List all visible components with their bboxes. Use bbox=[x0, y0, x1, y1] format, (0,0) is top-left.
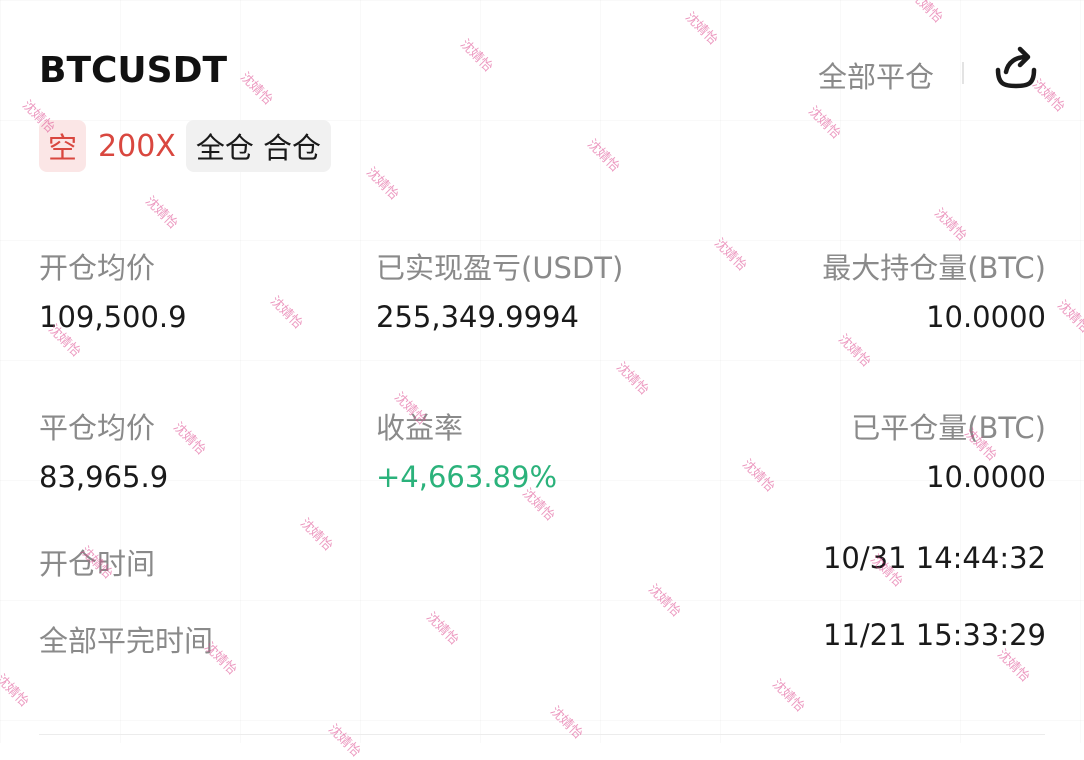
closed-qty-value: 10.0000 bbox=[926, 460, 1046, 494]
watermark: 沈婧怡 bbox=[804, 103, 844, 143]
watermark: 沈婧怡 bbox=[768, 676, 808, 716]
full-close-time-value: 11/21 15:33:29 bbox=[822, 618, 1046, 652]
watermark: 沈婧怡 bbox=[546, 703, 586, 743]
open-time-label: 开仓时间 bbox=[39, 547, 156, 581]
bottom-divider bbox=[39, 734, 1045, 735]
close-avg-price-label: 平仓均价 bbox=[39, 411, 156, 445]
watermark: 沈婧怡 bbox=[644, 581, 684, 621]
watermark: 沈婧怡 bbox=[324, 721, 364, 760]
direction-badge: 空 bbox=[39, 120, 87, 172]
watermark: 沈婧怡 bbox=[681, 9, 721, 49]
watermark: 沈婧怡 bbox=[1053, 297, 1084, 337]
watermark: 沈婧怡 bbox=[422, 609, 462, 649]
leverage-badge: 200X bbox=[98, 128, 176, 164]
share-icon[interactable] bbox=[992, 44, 1040, 92]
close-avg-price-value: 83,965.9 bbox=[39, 460, 169, 494]
open-time-value: 10/31 14:44:32 bbox=[822, 541, 1046, 575]
header-divider bbox=[962, 62, 964, 84]
return-rate-value: +4,663.89% bbox=[376, 460, 557, 494]
margin-mode-badge: 全仓 合仓 bbox=[185, 120, 332, 172]
watermark: 沈婧怡 bbox=[0, 671, 32, 711]
watermark: 沈婧怡 bbox=[906, 0, 946, 27]
share-icon-graphic bbox=[995, 46, 1037, 89]
realized-pnl-value: 255,349.9994 bbox=[376, 300, 579, 334]
watermark: 沈婧怡 bbox=[141, 193, 181, 233]
watermark: 沈婧怡 bbox=[362, 164, 402, 204]
position-tags: 空 200X 全仓 合仓 bbox=[39, 120, 332, 172]
realized-pnl-label: 已实现盈亏(USDT) bbox=[376, 251, 624, 285]
max-position-value: 10.0000 bbox=[926, 300, 1046, 334]
open-avg-price-label: 开仓均价 bbox=[39, 251, 156, 285]
closed-qty-label: 已平仓量(BTC) bbox=[851, 411, 1046, 445]
max-position-label: 最大持仓量(BTC) bbox=[822, 251, 1046, 285]
watermark: 沈婧怡 bbox=[583, 136, 623, 176]
close-all-button[interactable]: 全部平仓 bbox=[818, 54, 934, 96]
full-close-time-label: 全部平完时间 bbox=[39, 624, 214, 658]
watermark: 沈婧怡 bbox=[710, 235, 750, 275]
watermark: 沈婧怡 bbox=[236, 69, 276, 109]
watermark: 沈婧怡 bbox=[738, 456, 778, 496]
symbol-title: BTCUSDT bbox=[39, 50, 228, 91]
watermark: 沈婧怡 bbox=[266, 293, 306, 333]
watermark: 沈婧怡 bbox=[834, 331, 874, 371]
open-avg-price-value: 109,500.9 bbox=[39, 300, 187, 334]
watermark: 沈婧怡 bbox=[456, 36, 496, 76]
watermark: 沈婧怡 bbox=[612, 359, 652, 399]
return-rate-label: 收益率 bbox=[376, 411, 464, 445]
watermark: 沈婧怡 bbox=[930, 205, 970, 245]
watermark: 沈婧怡 bbox=[169, 419, 209, 459]
watermark: 沈婧怡 bbox=[296, 515, 336, 555]
